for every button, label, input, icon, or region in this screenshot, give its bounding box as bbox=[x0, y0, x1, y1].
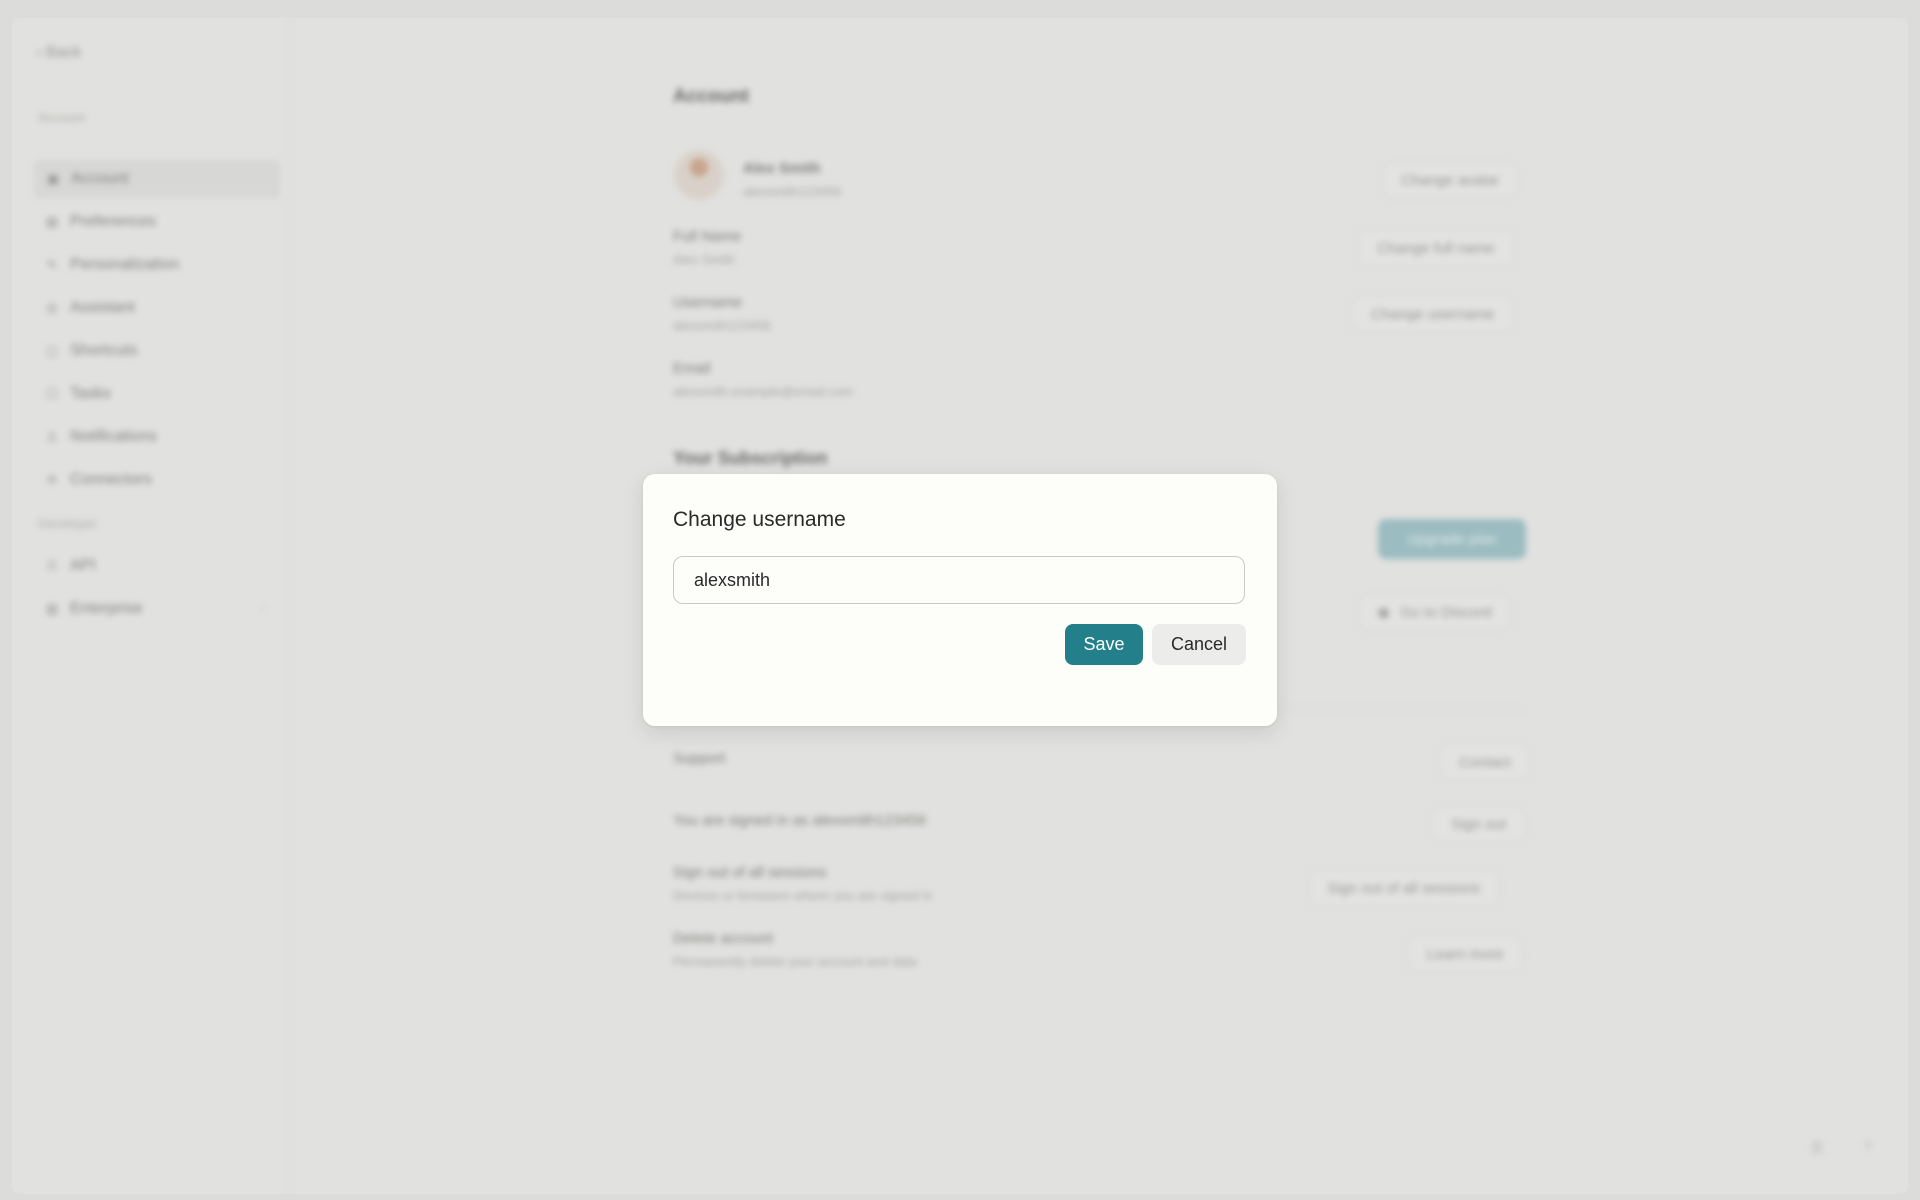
sign-out-all-button[interactable]: Sign out of all sessions bbox=[1308, 870, 1500, 906]
translate-icon[interactable]: 文 bbox=[1810, 1138, 1824, 1158]
profile-handle: alexsmith123456 bbox=[743, 184, 842, 199]
sidebar: ‹ Back Account ▣ Account ▤ Preferences ✎… bbox=[12, 18, 291, 1194]
save-button[interactable]: Save bbox=[1065, 624, 1143, 665]
sidebar-item-notifications[interactable]: ♙ Notifications bbox=[34, 419, 278, 455]
sidebar-item-assistant[interactable]: ◎ Assistant bbox=[34, 290, 278, 326]
full-name-label: Full Name bbox=[673, 228, 742, 245]
change-full-name-button[interactable]: Change full name bbox=[1358, 230, 1514, 266]
help-icon[interactable]: ? bbox=[1864, 1138, 1872, 1154]
full-name-value: Alex Smith bbox=[673, 252, 736, 267]
sidebar-item-api[interactable]: ⚿ API bbox=[34, 548, 278, 584]
sign-out-button[interactable]: Sign out bbox=[1432, 806, 1526, 842]
sidebar-section-developer: Developer bbox=[38, 516, 98, 531]
page-title: Account bbox=[673, 86, 749, 107]
go-to-discord-label: Go to Discord bbox=[1400, 603, 1492, 621]
sidebar-item-label: Account bbox=[71, 170, 129, 187]
subscription-title: Your Subscription bbox=[673, 448, 828, 468]
sidebar-item-preferences[interactable]: ▤ Preferences bbox=[34, 204, 278, 240]
bell-icon: ♙ bbox=[46, 429, 58, 444]
sidebar-item-connectors[interactable]: ✢ Connectors bbox=[34, 462, 278, 498]
sidebar-item-personalization[interactable]: ✎ Personalization bbox=[34, 247, 278, 283]
change-avatar-button[interactable]: Change avatar bbox=[1382, 162, 1519, 198]
sidebar-item-label: Preferences bbox=[70, 213, 157, 230]
sidebar-item-label: Notifications bbox=[70, 428, 158, 445]
sidebar-item-label: Enterprise bbox=[70, 600, 143, 617]
username-value: alexsmith123456 bbox=[673, 318, 772, 333]
sidebar-item-label: Assistant bbox=[70, 299, 135, 316]
username-label: Username bbox=[673, 294, 743, 311]
signed-in-as: You are signed in as alexsmith123456 bbox=[673, 812, 926, 829]
discord-icon: ◉ bbox=[1377, 604, 1391, 621]
sidebar-item-label: API bbox=[70, 557, 96, 574]
sidebar-item-enterprise[interactable]: ▥ Enterprise › bbox=[34, 591, 278, 627]
upgrade-plan-button[interactable]: Upgrade plan bbox=[1378, 519, 1526, 559]
sidebar-item-label: Connectors bbox=[70, 471, 152, 488]
sign-out-all-label: Sign out of all sessions bbox=[673, 864, 827, 881]
delete-account-label: Delete account bbox=[673, 930, 774, 947]
assistant-icon: ◎ bbox=[46, 300, 58, 315]
user-icon: ▣ bbox=[46, 171, 60, 186]
profile-name: Alex Smith bbox=[743, 160, 821, 177]
sliders-icon: ▤ bbox=[45, 214, 59, 229]
tasks-icon: ☐ bbox=[46, 386, 58, 401]
sidebar-item-account[interactable]: ▣ Account bbox=[34, 160, 280, 198]
delete-account-sub: Permanently delete your account and data bbox=[673, 954, 918, 969]
back-link[interactable]: ‹ Back bbox=[36, 44, 81, 62]
sign-out-all-sub: Devices or browsers where you are signed… bbox=[673, 888, 933, 903]
contact-button[interactable]: Contact bbox=[1440, 744, 1530, 780]
sidebar-item-label: Shortcuts bbox=[70, 342, 138, 359]
building-icon: ▥ bbox=[45, 601, 59, 616]
cancel-button[interactable]: Cancel bbox=[1152, 624, 1246, 665]
email-label: Email bbox=[673, 360, 711, 377]
chevron-right-icon: › bbox=[260, 602, 264, 616]
sidebar-item-tasks[interactable]: ☐ Tasks bbox=[34, 376, 278, 412]
dialog-title: Change username bbox=[673, 508, 846, 531]
chevron-left-icon: ‹ bbox=[36, 44, 42, 61]
support-label: Support bbox=[673, 750, 726, 767]
back-label: Back bbox=[45, 44, 82, 61]
go-to-discord-button[interactable]: ◉ Go to Discord bbox=[1358, 594, 1511, 630]
email-value: alexsmith.example@email.com bbox=[673, 384, 854, 399]
username-input[interactable] bbox=[673, 556, 1245, 604]
plug-icon: ✢ bbox=[46, 472, 58, 487]
sidebar-section-account: Account bbox=[38, 110, 85, 125]
sidebar-item-label: Personalization bbox=[70, 256, 180, 273]
sidebar-item-shortcuts[interactable]: ▢ Shortcuts bbox=[34, 333, 278, 369]
sidebar-item-label: Tasks bbox=[70, 385, 111, 402]
change-username-dialog: Change username Save Cancel bbox=[643, 474, 1277, 726]
key-icon: ⚿ bbox=[47, 558, 57, 573]
palette-icon: ✎ bbox=[46, 257, 58, 272]
avatar bbox=[674, 150, 724, 200]
change-username-button[interactable]: Change username bbox=[1352, 296, 1514, 332]
keyboard-icon: ▢ bbox=[45, 343, 59, 358]
learn-more-button[interactable]: Learn more bbox=[1408, 936, 1523, 972]
